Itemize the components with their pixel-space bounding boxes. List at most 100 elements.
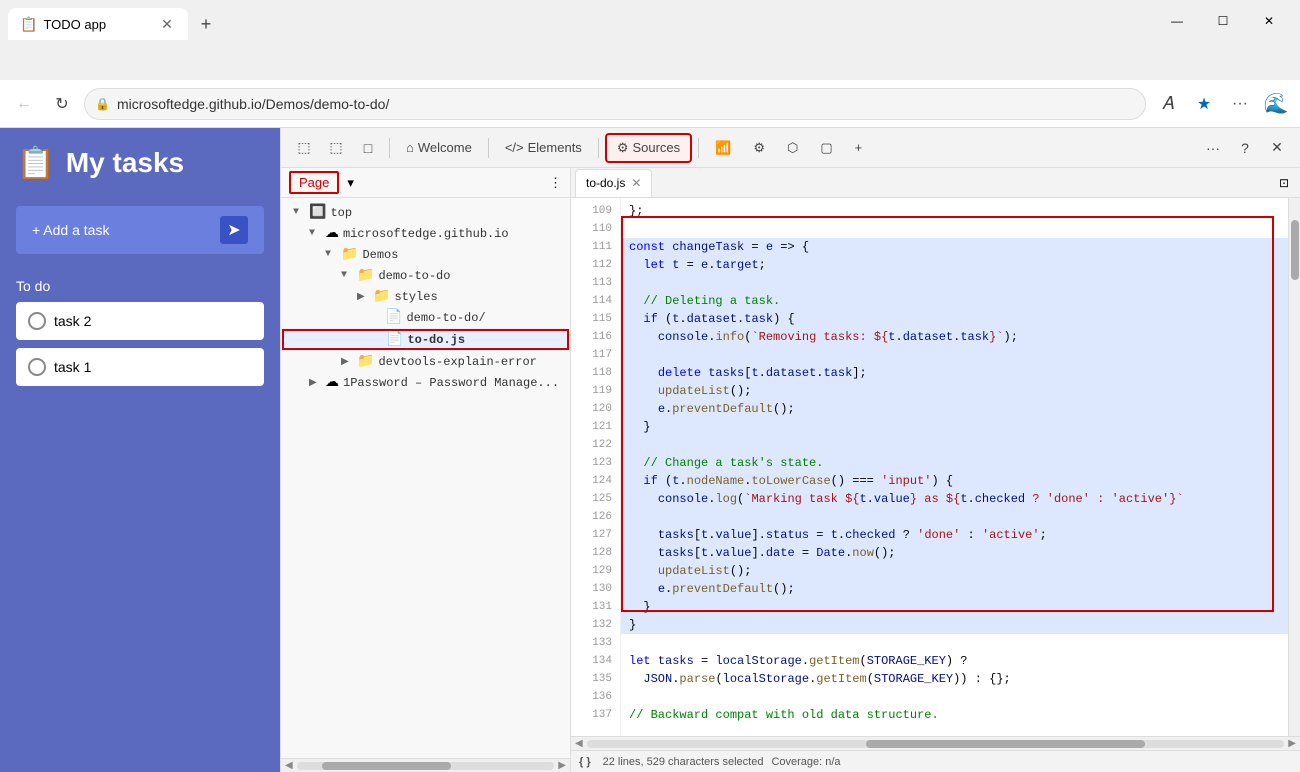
- url-bar[interactable]: 🔒 microsoftedge.github.io/Demos/demo-to-…: [84, 88, 1146, 120]
- back-button[interactable]: ←: [8, 88, 40, 120]
- tree-item-domain[interactable]: ▼ ☁ microsoftedge.github.io: [281, 223, 570, 244]
- sidebar-toggle-button[interactable]: □: [353, 133, 383, 163]
- add-task-button[interactable]: + Add a task ➤: [16, 206, 264, 254]
- code-hscroll[interactable]: ◀ ▶: [571, 736, 1300, 750]
- minimize-button[interactable]: —: [1154, 6, 1200, 36]
- line-num: 116: [571, 328, 620, 346]
- memory-icon: ⬡: [787, 140, 798, 156]
- page-tab[interactable]: Page: [289, 171, 339, 194]
- scroll-right-icon[interactable]: ▶: [558, 760, 566, 771]
- task-checkbox[interactable]: [28, 312, 46, 330]
- device-emulation-button[interactable]: ⬚: [321, 133, 351, 163]
- active-tab[interactable]: 📋 TODO app ✕: [8, 8, 188, 40]
- file-tree-hscroll[interactable]: ◀ ▶: [281, 758, 570, 772]
- line-num: 117: [571, 346, 620, 364]
- code-line: [621, 346, 1288, 364]
- app-title: My tasks: [66, 147, 184, 179]
- close-devtools-button[interactable]: ✕: [1262, 133, 1292, 163]
- tab-elements[interactable]: </> Elements: [495, 133, 592, 163]
- file-tree-more-button[interactable]: ⋮: [549, 175, 562, 191]
- close-button[interactable]: ✕: [1246, 6, 1292, 36]
- maximize-button[interactable]: ☐: [1200, 6, 1246, 36]
- tab-welcome-label: Welcome: [418, 140, 472, 155]
- tree-item-devtools-explain-error[interactable]: ▶ 📁 devtools-explain-error: [281, 351, 570, 372]
- toolbar-separator: [698, 138, 699, 158]
- code-line: // Change a task's state.: [621, 454, 1288, 472]
- task-item[interactable]: task 2: [16, 302, 264, 340]
- file-tree-header: Page ▾ ⋮: [281, 168, 570, 198]
- task-checkbox[interactable]: [28, 358, 46, 376]
- help-button[interactable]: ?: [1230, 133, 1260, 163]
- tab-welcome[interactable]: ⌂ Welcome: [396, 133, 482, 163]
- devtools-content: Page ▾ ⋮ ▼ 🔲 top ▼ ☁: [281, 168, 1300, 772]
- tab-performance[interactable]: ⚙: [743, 133, 775, 163]
- add-tab-icon: +: [855, 140, 863, 155]
- tree-label: demo-to-do/: [406, 311, 485, 325]
- folder-icon: 📁: [357, 267, 374, 284]
- tree-item-styles[interactable]: ▶ 📁 styles: [281, 286, 570, 307]
- code-line: if (t.dataset.task) {: [621, 310, 1288, 328]
- hscroll-left-icon[interactable]: ◀: [575, 738, 583, 749]
- vertical-scrollbar[interactable]: [1288, 198, 1300, 736]
- line-num: 124: [571, 472, 620, 490]
- tab-favicon-icon: 📋: [20, 16, 37, 33]
- code-body: 109 110 111 112 113 114 115 116 117 118 …: [571, 198, 1300, 736]
- code-tabs: to-do.js ✕ ⊡: [571, 168, 1300, 198]
- favorites-button[interactable]: ★: [1188, 88, 1220, 120]
- tab-add[interactable]: +: [845, 133, 873, 163]
- tree-arrow-icon: ▼: [293, 207, 305, 218]
- tab-memory[interactable]: ⬡: [777, 133, 808, 163]
- tab-sources[interactable]: ⚙ Sources: [605, 133, 692, 163]
- tree-item-1password[interactable]: ▶ ☁ 1Password – Password Manage...: [281, 372, 570, 393]
- tree-item-to-do-js[interactable]: 📄 to-do.js: [281, 328, 570, 351]
- tab-close-button[interactable]: ✕: [158, 15, 176, 33]
- tab-network[interactable]: 📶: [705, 133, 741, 163]
- tree-item-demo-to-do[interactable]: ▼ 📁 demo-to-do: [281, 265, 570, 286]
- folder-icon: 📁: [373, 288, 390, 305]
- tree-label: to-do.js: [407, 333, 465, 347]
- code-line: };: [621, 202, 1288, 220]
- code-panel: to-do.js ✕ ⊡ 109 110 111 112 113 114: [571, 168, 1300, 772]
- code-tab-to-do-js[interactable]: to-do.js ✕: [575, 169, 652, 197]
- edge-logo: 🌊: [1260, 88, 1292, 120]
- vscroll-thumb[interactable]: [1291, 220, 1299, 280]
- tree-arrow-icon: ▼: [341, 270, 353, 281]
- code-line: // Deleting a task.: [621, 292, 1288, 310]
- hscroll-thumb[interactable]: [866, 740, 1145, 748]
- line-num: 113: [571, 274, 620, 292]
- inspect-element-button[interactable]: ⬚: [289, 133, 319, 163]
- more-button[interactable]: ···: [1224, 88, 1256, 120]
- toolbar-separator: [598, 138, 599, 158]
- tree-item-demo-to-do-file[interactable]: 📄 demo-to-do/: [281, 307, 570, 328]
- hscroll-track[interactable]: [587, 740, 1285, 748]
- more-tools-button[interactable]: ···: [1198, 133, 1228, 163]
- tree-item-top[interactable]: ▼ 🔲 top: [281, 202, 570, 223]
- read-aloud-button[interactable]: 𝐴: [1152, 88, 1184, 120]
- code-tab-close-button[interactable]: ✕: [631, 176, 641, 190]
- line-num: 121: [571, 418, 620, 436]
- refresh-button[interactable]: ↻: [46, 88, 78, 120]
- tab-application[interactable]: ▢: [810, 133, 842, 163]
- todo-section-label: To do: [16, 278, 264, 294]
- line-num: 112: [571, 256, 620, 274]
- line-num: 118: [571, 364, 620, 382]
- code-line: e.preventDefault();: [621, 400, 1288, 418]
- file-icon: 📄: [386, 331, 403, 348]
- tree-arrow-icon: ▼: [309, 228, 321, 239]
- line-numbers: 109 110 111 112 113 114 115 116 117 118 …: [571, 198, 621, 736]
- hscroll-right-icon[interactable]: ▶: [1288, 738, 1296, 749]
- line-num: 114: [571, 292, 620, 310]
- tree-item-demos[interactable]: ▼ 📁 Demos: [281, 244, 570, 265]
- folder-icon: 📁: [341, 246, 358, 263]
- task-item[interactable]: task 1: [16, 348, 264, 386]
- page-dropdown-button[interactable]: ▾: [347, 175, 354, 191]
- folder-icon: 🔲: [309, 204, 326, 221]
- hscroll-thumb[interactable]: [322, 762, 451, 770]
- scroll-left-icon[interactable]: ◀: [285, 760, 293, 771]
- line-num: 126: [571, 508, 620, 526]
- code-content[interactable]: }; const changeTask = e => { let t = e.t…: [621, 198, 1288, 736]
- status-info: 22 lines, 529 characters selected: [603, 756, 764, 768]
- code-expand-button[interactable]: ⊡: [1272, 171, 1296, 195]
- tree-arrow-icon: ▶: [341, 356, 353, 368]
- new-tab-button[interactable]: +: [192, 10, 220, 38]
